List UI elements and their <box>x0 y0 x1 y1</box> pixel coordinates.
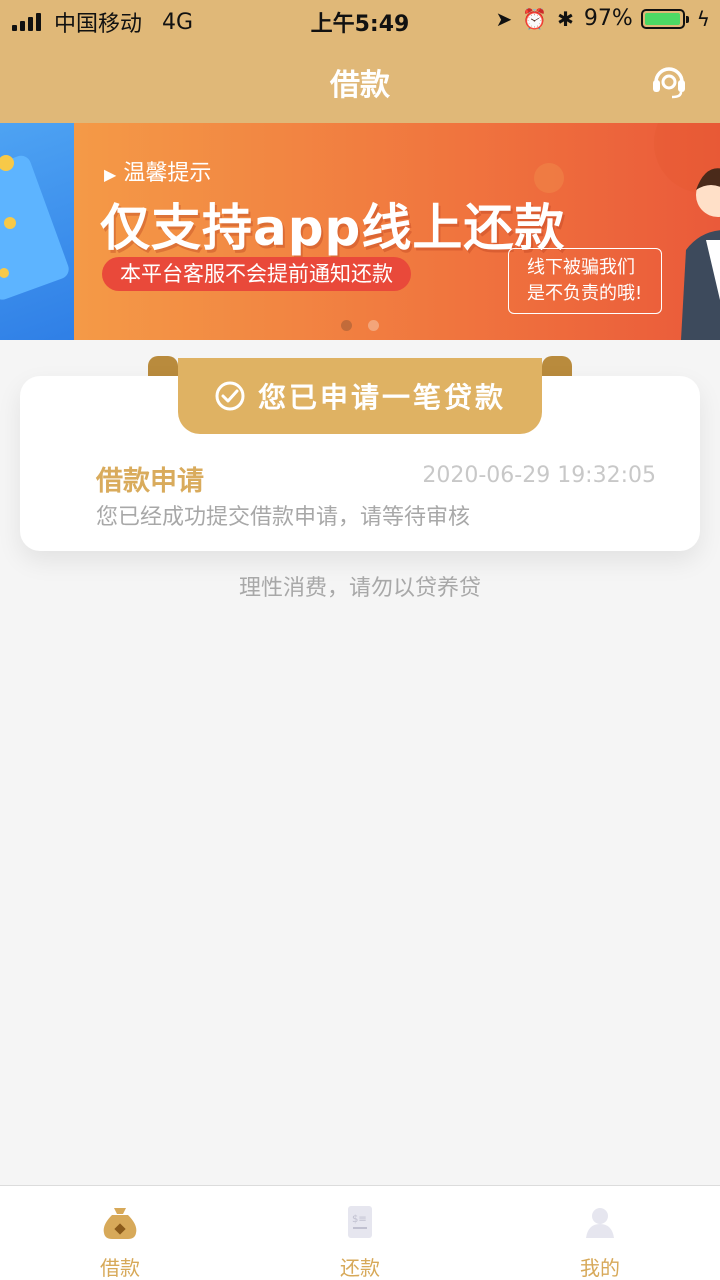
bluetooth-icon: ✱ <box>557 6 574 31</box>
battery-fill <box>644 12 680 25</box>
card-title: 借款申请 <box>96 466 204 497</box>
card-timestamp: 2020-06-29 19:32:05 <box>422 463 656 488</box>
banner-page-indicator <box>0 320 720 331</box>
headset-icon[interactable] <box>650 62 688 100</box>
tab-label: 我的 <box>580 1256 620 1280</box>
banner-previous-slide <box>0 123 74 340</box>
tab-label: 还款 <box>340 1256 380 1280</box>
user-icon <box>586 1208 614 1238</box>
alarm-icon: ⏰ <box>522 6 548 31</box>
tab-borrow[interactable]: 借款 <box>0 1186 240 1280</box>
phone-coins-illustration <box>0 155 69 300</box>
page-dot-active[interactable] <box>341 320 352 331</box>
battery-icon <box>640 8 689 29</box>
page-title: 借款 <box>330 68 390 103</box>
banner-note-line1: 线下被骗我们 <box>527 257 635 278</box>
top-bar: 中国移动 4G 上午5:49 ➤ ⏰ ✱ 97% ϟ 借款 <box>0 0 720 123</box>
tab-mine[interactable]: 我的 <box>480 1186 720 1280</box>
banner-note-line2: 是不负责的哦! <box>527 283 643 304</box>
page-dot[interactable] <box>368 320 379 331</box>
banner-hint: ▶ 温馨提示 <box>104 155 211 187</box>
banner-headline: 仅支持app线上还款 <box>100 199 566 257</box>
money-bag-icon <box>103 1208 137 1239</box>
tab-bar: 借款 $≡ 还款 我的 <box>0 1185 720 1280</box>
banner-pill: 本平台客服不会提前通知还款 <box>102 257 411 291</box>
ribbon-tail-left <box>148 356 178 376</box>
tab-label: 借款 <box>100 1256 140 1280</box>
charging-icon: ϟ <box>696 6 710 31</box>
status-bar: 中国移动 4G 上午5:49 ➤ ⏰ ✱ 97% ϟ <box>0 0 720 40</box>
check-circle-icon <box>215 381 245 411</box>
advice-text: 理性消费，请勿以贷养贷 <box>238 576 481 601</box>
play-icon: ▶ <box>104 165 117 184</box>
tab-repay[interactable]: $≡ 还款 <box>240 1186 480 1280</box>
battery-percent: 97% <box>583 6 633 31</box>
customer-service-illustration <box>681 168 720 340</box>
banner-note: 线下被骗我们 是不负责的哦! <box>508 248 662 314</box>
card-description: 您已经成功提交借款申请，请等待审核 <box>96 505 471 530</box>
status-ribbon: 您已申请一笔贷款 <box>178 358 542 434</box>
bill-icon: $≡ <box>348 1206 372 1238</box>
svg-text:$≡: $≡ <box>352 1214 367 1225</box>
ribbon-text: 您已申请一笔贷款 <box>257 381 506 414</box>
ribbon-tail-right <box>542 356 572 376</box>
location-icon: ➤ <box>495 6 513 31</box>
status-right: ➤ ⏰ ✱ 97% ϟ <box>485 6 710 31</box>
banner-hint-label: 温馨提示 <box>123 161 212 186</box>
